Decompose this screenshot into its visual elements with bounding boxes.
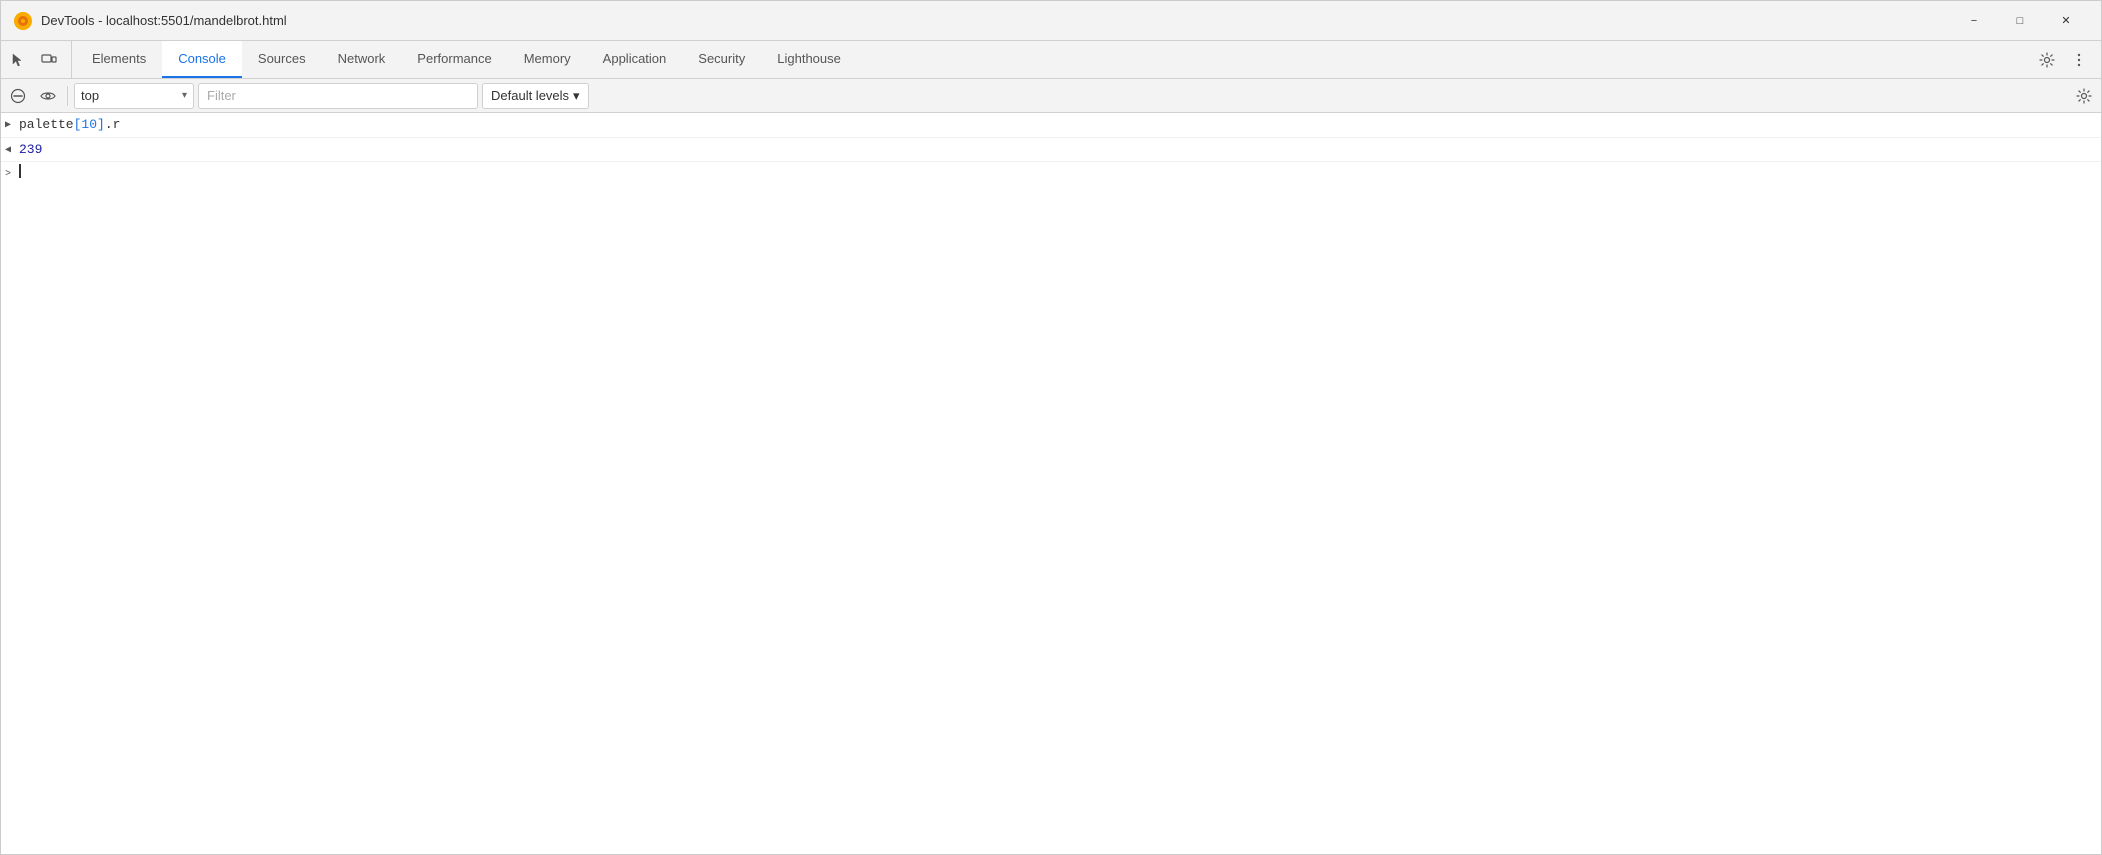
more-options-icon: [2071, 52, 2087, 68]
prompt-arrow: >: [5, 164, 19, 182]
input-arrow: ▶: [5, 115, 19, 133]
tab-bar-left-controls: [5, 41, 72, 78]
eye-icon: [40, 88, 56, 104]
show-live-expressions-button[interactable]: [35, 83, 61, 109]
console-prompt-line[interactable]: >: [1, 162, 2101, 184]
window-controls: − □ ✕: [1951, 5, 2089, 37]
console-entry-output: ◀ 239: [1, 138, 2101, 163]
context-dropdown-arrow: ▾: [182, 90, 187, 101]
tab-lighthouse[interactable]: Lighthouse: [761, 41, 857, 78]
tab-bar-right-controls: [2025, 41, 2101, 78]
tab-network[interactable]: Network: [322, 41, 402, 78]
main-tabs: Elements Console Sources Network Perform…: [72, 41, 2025, 78]
tab-sources[interactable]: Sources: [242, 41, 322, 78]
minimize-button[interactable]: −: [1951, 5, 1997, 37]
settings-gear-icon: [2076, 88, 2092, 104]
console-toolbar: top ▾ Default levels ▾: [1, 79, 2101, 113]
console-entry-input: ▶ palette[10].r: [1, 113, 2101, 138]
title-bar: DevTools - localhost:5501/mandelbrot.htm…: [1, 1, 2101, 41]
filter-input[interactable]: [198, 83, 478, 109]
console-output[interactable]: ▶ palette[10].r ◀ 239 >: [1, 113, 2101, 854]
settings-button[interactable]: [2033, 46, 2061, 74]
cursor-icon: [11, 52, 27, 68]
close-button[interactable]: ✕: [2043, 5, 2089, 37]
tab-memory[interactable]: Memory: [508, 41, 587, 78]
window-title: DevTools - localhost:5501/mandelbrot.htm…: [41, 13, 1951, 28]
clear-console-button[interactable]: [5, 83, 31, 109]
tab-application[interactable]: Application: [587, 41, 683, 78]
default-levels-arrow: ▾: [573, 88, 580, 104]
clear-icon: [10, 88, 26, 104]
tab-elements[interactable]: Elements: [76, 41, 162, 78]
cursor: [19, 164, 21, 178]
output-arrow: ◀: [5, 140, 19, 158]
tab-security[interactable]: Security: [682, 41, 761, 78]
default-levels-button[interactable]: Default levels ▾: [482, 83, 589, 109]
gear-icon: [2039, 52, 2055, 68]
device-toolbar-button[interactable]: [35, 46, 63, 74]
output-value: 239: [19, 140, 42, 160]
devtools-window: DevTools - localhost:5501/mandelbrot.htm…: [0, 0, 2102, 855]
console-settings-button[interactable]: [2071, 83, 2097, 109]
toolbar-separator-1: [67, 86, 68, 106]
devtools-icon: [13, 11, 33, 31]
tab-console[interactable]: Console: [162, 41, 242, 78]
more-options-button[interactable]: [2065, 46, 2093, 74]
default-levels-label: Default levels: [491, 88, 569, 103]
input-post-text: .r: [105, 117, 121, 132]
inspect-element-button[interactable]: [5, 46, 33, 74]
input-bracket: [10]: [74, 117, 105, 132]
input-pre-text: palette: [19, 117, 74, 132]
context-selector[interactable]: top ▾: [74, 83, 194, 109]
maximize-button[interactable]: □: [1997, 5, 2043, 37]
device-icon: [41, 52, 57, 68]
tab-bar: Elements Console Sources Network Perform…: [1, 41, 2101, 79]
tab-performance[interactable]: Performance: [401, 41, 507, 78]
input-content: palette[10].r: [19, 115, 2093, 135]
context-value: top: [81, 88, 99, 103]
